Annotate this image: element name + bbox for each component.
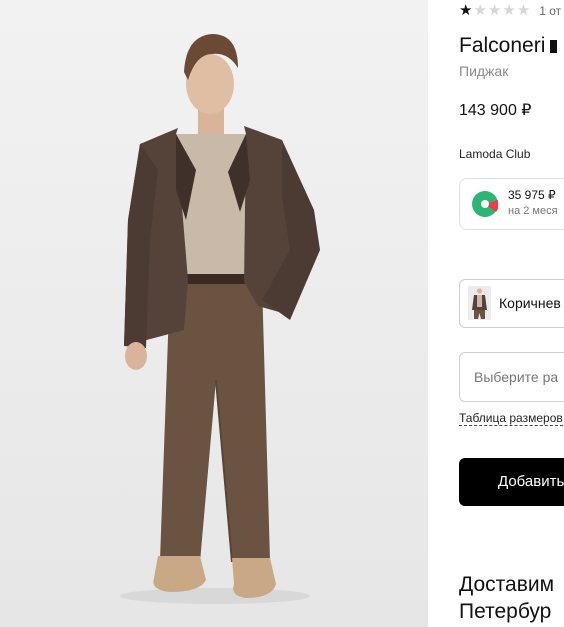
star-empty-icon: ★ — [487, 2, 502, 19]
star-filled-icon: ★ — [459, 2, 473, 19]
delivery-heading: Доставим Петербур — [459, 571, 554, 625]
color-thumbnail — [468, 286, 491, 320]
product-category: Пиджак — [459, 63, 509, 79]
size-placeholder: Выберите ра — [474, 369, 559, 385]
color-select[interactable]: Коричнев — [459, 279, 564, 328]
product-price: 143 900 ₽ — [459, 102, 532, 119]
size-table-link[interactable]: Таблица размеров — [459, 411, 563, 426]
add-to-cart-button[interactable]: Добавить — [459, 458, 564, 506]
color-value: Коричнев — [499, 295, 561, 311]
color-thumbnail-image — [468, 286, 491, 320]
add-to-cart-label: Добавить — [498, 473, 564, 490]
product-photo[interactable] — [0, 0, 428, 627]
brand-badge-icon — [550, 40, 558, 53]
model-illustration — [120, 34, 320, 604]
star-empty-icon: ★ — [473, 2, 487, 19]
split-amount: 35 975 ₽ — [508, 188, 556, 202]
size-select[interactable]: Выберите ра — [459, 352, 564, 402]
product-brand[interactable]: Falconeri — [459, 34, 558, 58]
split-payment-card[interactable]: 35 975 ₽ на 2 меся — [459, 178, 564, 230]
rating-summary[interactable]: 1 от — [539, 4, 561, 18]
star-empty-icon: ★ — [516, 2, 531, 19]
split-pay-icon — [472, 191, 498, 217]
club-label: Lamoda Club — [459, 147, 531, 161]
star-empty-icon: ★ — [502, 2, 516, 19]
brand-name[interactable]: Falconeri — [459, 34, 545, 57]
delivery-line-1: Доставим — [459, 573, 555, 596]
rating[interactable]: ★ ★ ★ ★ ★ 1 от — [459, 2, 561, 20]
split-term: на 2 меся — [508, 205, 558, 217]
delivery-line-2: Петербур — [459, 600, 552, 623]
